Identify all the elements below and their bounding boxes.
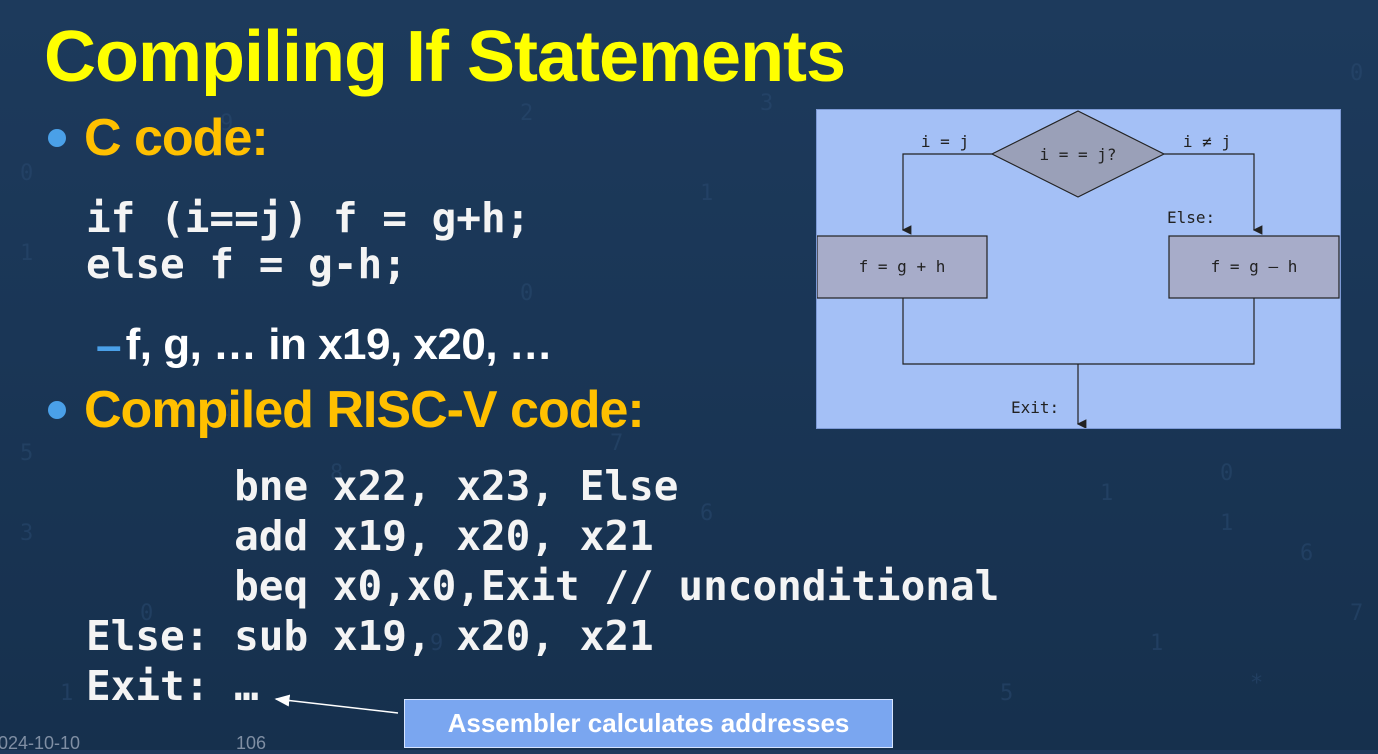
true-edge-label: i = j <box>921 132 969 151</box>
else-box-label: f = g – h <box>1211 257 1298 276</box>
footer-page-number: 106 <box>236 733 267 753</box>
slide: 0153 948 207 163 016 0 7 * 115 019 Compili… <box>0 0 1378 753</box>
assembler-callout: Assembler calculates addresses <box>404 699 893 748</box>
exit-label: Exit: <box>1011 398 1059 417</box>
false-edge-label: i ≠ j <box>1183 132 1231 151</box>
merge-line <box>902 298 1255 365</box>
footer-date: 024-10-10 <box>0 733 81 753</box>
flowchart-svg: i = = j? i = j i ≠ j Else: f = g + h f =… <box>817 110 1340 428</box>
callout-text: Assembler calculates addresses <box>447 708 850 738</box>
if-else-flowchart: i = = j? i = j i ≠ j Else: f = g + h f =… <box>816 109 1341 429</box>
then-box-label: f = g + h <box>859 257 946 276</box>
else-label: Else: <box>1167 208 1215 227</box>
decision-label: i = = j? <box>1039 145 1116 164</box>
true-branch-line <box>901 153 992 235</box>
